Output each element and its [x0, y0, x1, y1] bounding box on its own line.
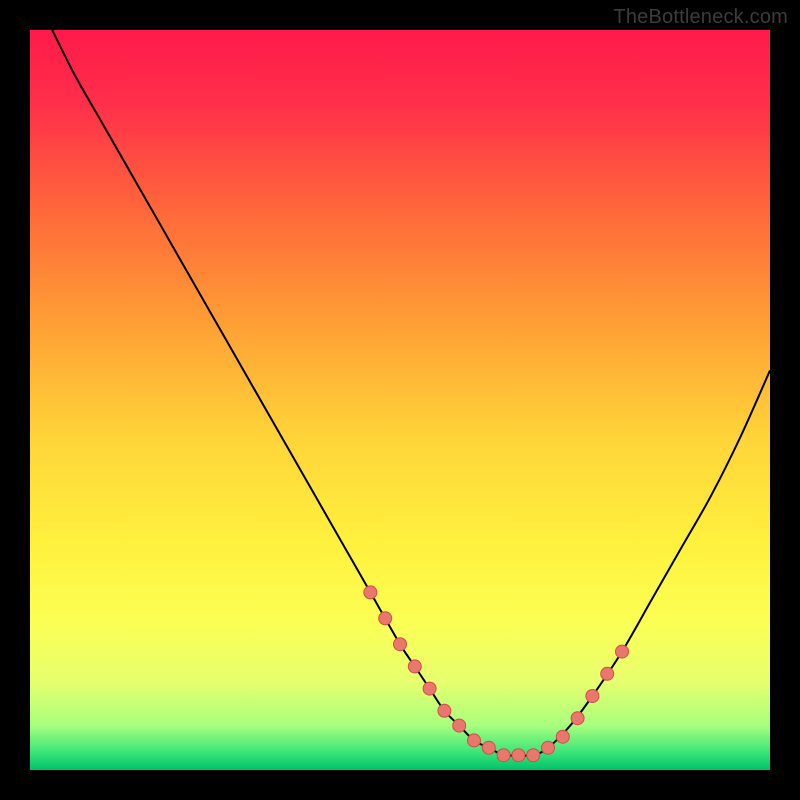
marker-dot: [482, 741, 495, 754]
marker-dot: [542, 741, 555, 754]
marker-dot: [527, 749, 540, 762]
marker-dot: [571, 712, 584, 725]
marker-dot: [453, 719, 466, 732]
marker-dot: [364, 586, 377, 599]
marker-dot: [394, 638, 407, 651]
watermark-text: TheBottleneck.com: [613, 6, 788, 29]
marker-dot: [586, 690, 599, 703]
marker-dot: [616, 645, 629, 658]
marker-dot: [379, 612, 392, 625]
chart-stage: TheBottleneck.com: [0, 0, 800, 800]
marker-dot: [438, 704, 451, 717]
marker-dot: [556, 730, 569, 743]
marker-dot: [423, 682, 436, 695]
gradient-background: [30, 30, 770, 770]
marker-dot: [468, 734, 481, 747]
marker-dot: [601, 667, 614, 680]
marker-dot: [512, 749, 525, 762]
marker-dot: [408, 660, 421, 673]
marker-dot: [497, 749, 510, 762]
plot-area: [30, 30, 770, 770]
plot-svg: [30, 30, 770, 770]
